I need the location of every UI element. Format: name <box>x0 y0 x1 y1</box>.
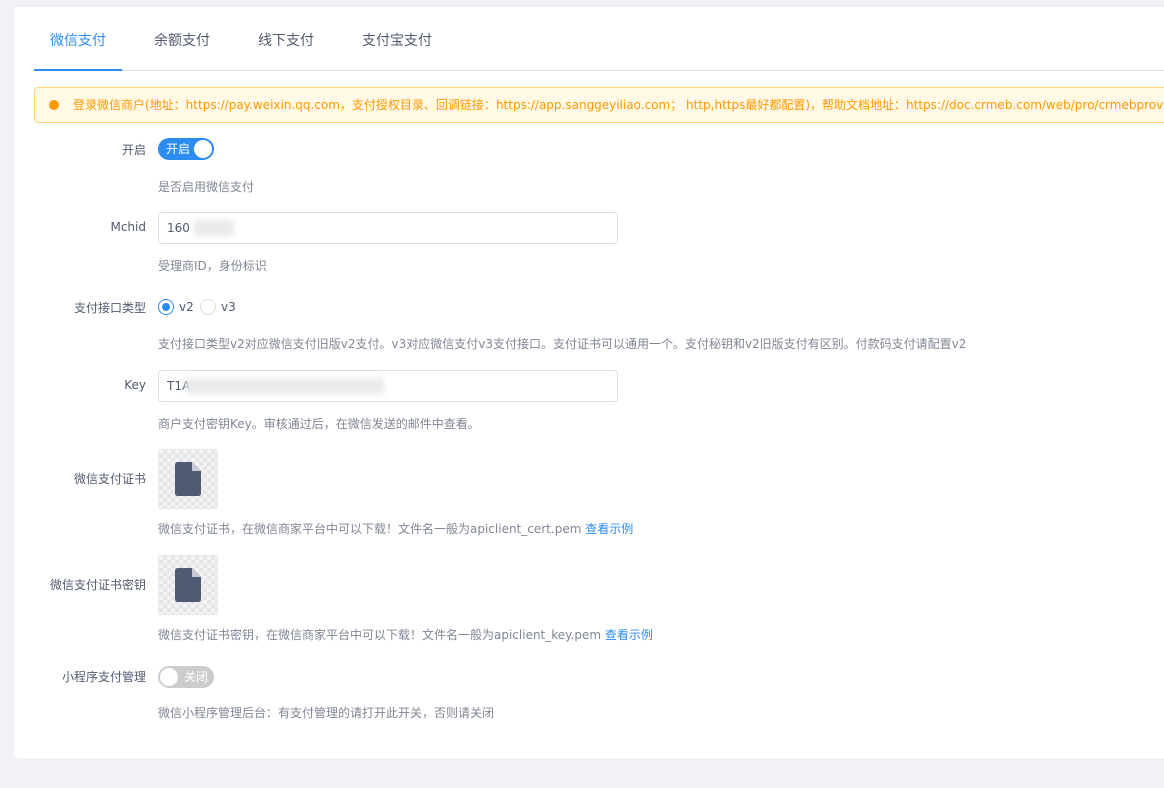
cert-desc: 微信支付证书，在微信商家平台中可以下载！文件名一般为apiclient_cert… <box>158 520 633 537</box>
api-type-label: 支付接口类型 <box>73 301 146 315</box>
tab-alipay[interactable]: 支付宝支付 <box>362 7 432 71</box>
info-dot-icon <box>49 100 59 110</box>
api-type-radio-group: v2 v3 <box>158 298 358 316</box>
key-input[interactable] <box>158 370 618 402</box>
cert-key-desc-text: 微信支付证书密钥，在微信商家平台中可以下载！文件名一般为apiclient_ke… <box>158 628 602 642</box>
tab-wechat-pay[interactable]: 微信支付 <box>50 7 106 71</box>
cert-key-desc: 微信支付证书密钥，在微信商家平台中可以下载！文件名一般为apiclient_ke… <box>158 626 653 643</box>
settings-card: 微信支付 余额支付 线下支付 支付宝支付 登录微信商户(地址：https://p… <box>14 7 1164 758</box>
mchid-desc: 受理商ID，身份标识 <box>158 259 267 273</box>
tab-balance-pay[interactable]: 余额支付 <box>154 7 210 71</box>
tab-offline-pay[interactable]: 线下支付 <box>258 7 314 71</box>
payment-tabs: 微信支付 余额支付 线下支付 支付宝支付 <box>34 7 1164 71</box>
mini-program-switch[interactable]: 关闭 <box>158 666 214 688</box>
mini-program-switch-text: 关闭 <box>183 670 208 684</box>
cert-key-upload[interactable] <box>158 555 218 615</box>
mchid-input[interactable] <box>158 212 618 244</box>
radio-v2-label: v2 <box>179 300 194 314</box>
switch-knob <box>160 668 178 686</box>
alert-text: 登录微信商户(地址：https://pay.weixin.qq.com，支付授权… <box>73 98 1164 112</box>
radio-v3[interactable]: v3 <box>200 298 236 316</box>
radio-v2[interactable]: v2 <box>158 298 194 316</box>
mini-program-desc: 微信小程序管理后台：有支付管理的请打开此开关，否则请关闭 <box>158 706 495 720</box>
cert-upload[interactable] <box>158 449 218 509</box>
radio-v3-dot <box>200 299 216 315</box>
enable-switch-text: 开启 <box>166 142 191 156</box>
cert-label: 微信支付证书 <box>73 472 146 486</box>
enable-label: 开启 <box>121 143 146 157</box>
enable-switch[interactable]: 开启 <box>158 138 214 160</box>
key-desc: 商户支付密钥Key。审核通过后，在微信发送的邮件中查看。 <box>158 417 480 431</box>
api-type-desc: 支付接口类型v2对应微信支付旧版v2支付。v3对应微信支付v3支付接口。支付证书… <box>158 337 967 351</box>
switch-knob <box>194 140 212 158</box>
enable-desc: 是否启用微信支付 <box>158 180 255 194</box>
cert-example-link[interactable]: 查看示例 <box>585 522 633 536</box>
file-icon <box>175 568 201 602</box>
cert-desc-text: 微信支付证书，在微信商家平台中可以下载！文件名一般为apiclient_cert… <box>158 522 582 536</box>
info-alert: 登录微信商户(地址：https://pay.weixin.qq.com，支付授权… <box>34 87 1164 123</box>
radio-v3-label: v3 <box>221 300 236 314</box>
mini-program-label: 小程序支付管理 <box>61 670 146 684</box>
key-label: Key <box>124 378 146 392</box>
active-tab-indicator <box>34 69 122 71</box>
mchid-label: Mchid <box>110 220 146 234</box>
radio-v2-dot <box>158 299 174 315</box>
cert-key-example-link[interactable]: 查看示例 <box>605 628 653 642</box>
cert-key-label: 微信支付证书密钥 <box>49 578 146 592</box>
file-icon <box>175 462 201 496</box>
